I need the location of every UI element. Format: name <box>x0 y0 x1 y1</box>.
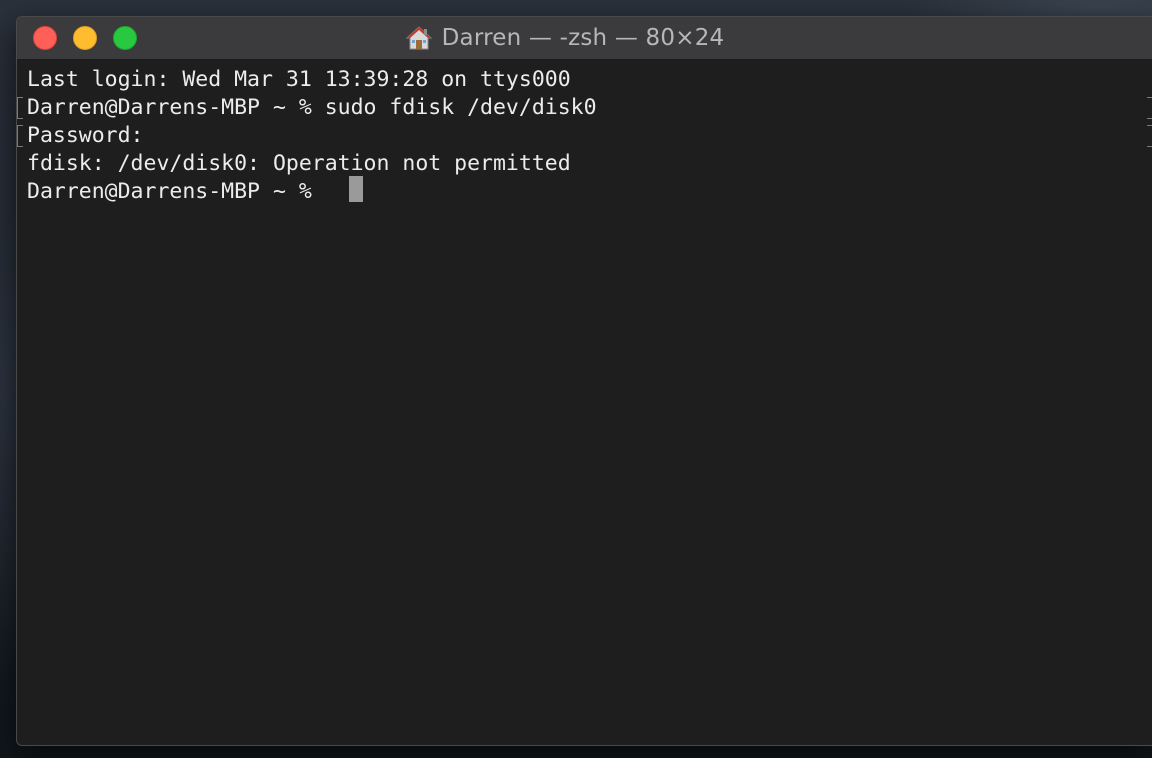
terminal-line: Last login: Wed Mar 31 13:39:28 on ttys0… <box>27 67 571 92</box>
window-title-group: Darren — -zsh — 80×24 <box>17 17 1152 59</box>
home-folder-icon <box>405 25 432 51</box>
text-cursor <box>349 176 363 202</box>
window-title: Darren — -zsh — 80×24 <box>441 25 725 51</box>
terminal-line: fdisk: /dev/disk0: Operation not permitt… <box>27 151 571 176</box>
line-mark-left <box>17 125 23 147</box>
terminal-window: Darren — -zsh — 80×24 Last login: Wed Ma… <box>16 16 1152 746</box>
terminal-line: Password: <box>27 123 144 148</box>
line-mark-right <box>1147 97 1152 119</box>
line-mark-right <box>1147 125 1152 147</box>
terminal-content[interactable]: Last login: Wed Mar 31 13:39:28 on ttys0… <box>17 60 1152 745</box>
title-bar[interactable]: Darren — -zsh — 80×24 <box>17 17 1152 60</box>
line-mark-left <box>17 97 23 119</box>
terminal-line: Darren@Darrens-MBP ~ % <box>27 179 325 204</box>
terminal-line: Darren@Darrens-MBP ~ % sudo fdisk /dev/d… <box>27 95 597 120</box>
